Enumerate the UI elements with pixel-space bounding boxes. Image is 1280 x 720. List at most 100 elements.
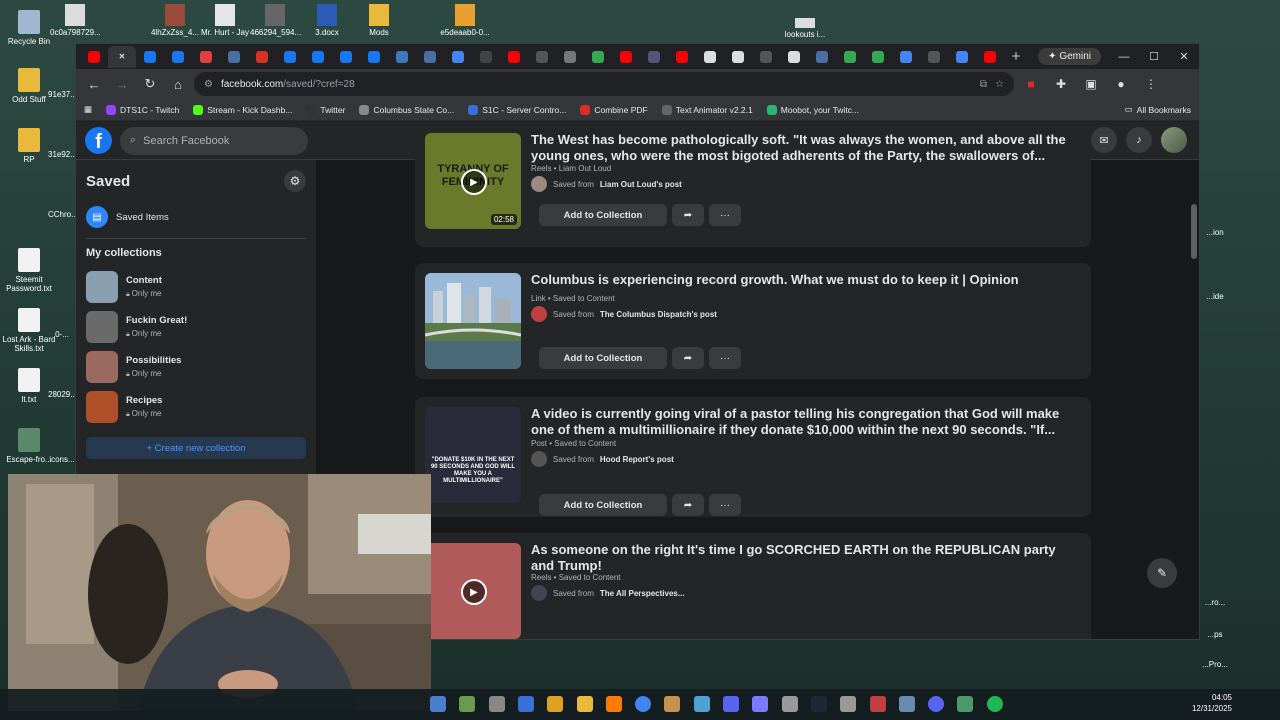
home-icon[interactable]: ⌂ — [166, 72, 190, 96]
gallery-icon[interactable] — [459, 696, 476, 712]
source-link[interactable]: Hood Report's post — [600, 455, 674, 464]
bookmark-item[interactable]: Stream - Kick Dashb... — [193, 104, 292, 115]
browser-tab[interactable] — [220, 46, 248, 68]
search-input[interactable]: ⌕ Search Facebook — [120, 126, 308, 155]
collection-item[interactable]: Recipes 🔒︎ Only me — [86, 387, 306, 427]
bookmark-item[interactable]: Moobot, your Twitc... — [766, 104, 859, 115]
desktop-icon[interactable]: 4lhZxZss_4... — [150, 4, 200, 37]
browser-tab[interactable] — [416, 46, 444, 68]
browser-tab[interactable] — [80, 46, 108, 68]
desktop-icon-partial[interactable]: ...ps — [1200, 630, 1230, 639]
browser-tab[interactable] — [668, 46, 696, 68]
saved-item-card[interactable]: ▶ As someone on the right It's time I go … — [415, 533, 1091, 639]
bookmark-item[interactable]: Text Animator v2.2.1 — [661, 104, 753, 115]
facebook-logo-icon[interactable]: f — [85, 127, 112, 154]
share-icon[interactable]: ➦ — [672, 347, 704, 369]
app-icon[interactable] — [664, 696, 681, 712]
saved-item-card[interactable]: "DONATE $10K IN THE NEXT 90 SECONDS AND … — [415, 397, 1091, 517]
desktop-icon-partial[interactable]: 28029... — [48, 390, 76, 399]
app-icon[interactable] — [840, 696, 857, 712]
source-link[interactable]: The Columbus Dispatch's post — [600, 310, 717, 319]
browser-tab[interactable] — [136, 46, 164, 68]
browser-tab[interactable] — [808, 46, 836, 68]
browser-tab[interactable] — [528, 46, 556, 68]
collection-item[interactable]: Possibilities 🔒︎ Only me — [86, 347, 306, 387]
create-collection-button[interactable]: + Create new collection — [86, 437, 306, 459]
notepad-icon[interactable] — [957, 696, 974, 712]
chrome-icon[interactable] — [635, 696, 652, 712]
bookmark-item[interactable]: S1C - Server Contro... — [468, 104, 566, 115]
saved-item-title[interactable]: The West has become pathologically soft.… — [531, 132, 1081, 164]
desktop-icon[interactable]: e5deaab0-0... — [440, 4, 490, 37]
play-icon[interactable]: ▶ — [461, 579, 487, 605]
steam-icon[interactable] — [810, 696, 827, 712]
app-icon[interactable] — [752, 696, 769, 712]
collection-item[interactable]: Content 🔒︎ Only me — [86, 267, 306, 307]
menu-icon[interactable]: ⋮ — [1138, 77, 1164, 91]
puzzle-icon[interactable]: ✚ — [1048, 77, 1074, 91]
browser-tab[interactable] — [864, 46, 892, 68]
firefox-icon[interactable] — [605, 696, 622, 712]
browser-tab[interactable] — [780, 46, 808, 68]
desktop-icon-partial[interactable]: icons... — [48, 455, 76, 464]
desktop-icon-partial[interactable]: ...ion — [1200, 228, 1230, 237]
sidebar-item-saved-items[interactable]: ▤ Saved Items — [86, 202, 306, 239]
all-bookmarks[interactable]: ▭ All Bookmarks — [1125, 104, 1191, 115]
saved-item-thumbnail[interactable]: TYRANNY OF FEMININITY▶02:58 — [425, 133, 521, 229]
desktop-icon-partial[interactable]: 31e92... — [48, 150, 76, 159]
desktop-icon[interactable]: 0c0a798729... — [50, 4, 101, 37]
back-icon[interactable]: ← — [82, 72, 106, 96]
share-icon[interactable]: ➦ — [672, 204, 704, 226]
notifications-icon[interactable]: ♪ — [1126, 127, 1152, 153]
browser-tab[interactable] — [388, 46, 416, 68]
add-to-collection-button[interactable]: Add to Collection — [539, 204, 667, 226]
browser-tab[interactable] — [192, 46, 220, 68]
desktop-icon[interactable]: 466294_594... — [250, 4, 301, 37]
add-to-collection-button[interactable]: Add to Collection — [539, 494, 667, 516]
bookmark-item[interactable]: Columbus State Co... — [359, 104, 454, 115]
browser-tab[interactable] — [248, 46, 276, 68]
desktop-icon[interactable]: Steemit Password.txt — [0, 248, 58, 293]
desktop-icon[interactable]: Mods — [354, 4, 404, 37]
close-window-icon[interactable]: ✕ — [1169, 50, 1199, 63]
star-icon[interactable]: ☆ — [995, 79, 1004, 90]
scrollbar[interactable] — [1191, 164, 1197, 634]
reload-icon[interactable]: ↻ — [138, 72, 162, 96]
site-info-icon[interactable]: ⚙ — [204, 79, 213, 90]
more-options-icon[interactable]: ··· — [709, 347, 741, 369]
browser-tab[interactable] — [696, 46, 724, 68]
saved-item-title[interactable]: As someone on the right It's time I go S… — [531, 542, 1081, 574]
collection-item[interactable]: Fuckin Great! 🔒︎ Only me — [86, 307, 306, 347]
spotify-icon[interactable] — [986, 696, 1003, 712]
gemini-button[interactable]: ✦ Gemini — [1038, 48, 1101, 65]
desktop-icon-partial[interactable]: 0-... — [48, 330, 76, 339]
bookmark-item[interactable]: DTS1C - Twitch — [106, 104, 179, 115]
browser-tab[interactable] — [976, 46, 1004, 68]
more-options-icon[interactable]: ··· — [709, 204, 741, 226]
browser-tab[interactable] — [444, 46, 472, 68]
browser-tab[interactable] — [948, 46, 976, 68]
desktop-icon[interactable]: 3.docx — [302, 4, 352, 37]
source-link[interactable]: Liam Out Loud's post — [600, 180, 682, 189]
browser-tab[interactable] — [276, 46, 304, 68]
desktop-icon-partial[interactable]: ...Pro... — [1200, 660, 1230, 669]
app-icon[interactable] — [869, 696, 886, 712]
browser-tab[interactable] — [892, 46, 920, 68]
minimize-icon[interactable]: — — [1109, 51, 1139, 63]
bookmark-item[interactable]: Combine PDF — [580, 104, 648, 115]
app-icon[interactable] — [723, 696, 739, 712]
source-link[interactable]: The All Perspectives... — [600, 589, 685, 598]
browser-tab[interactable] — [332, 46, 360, 68]
browser-tab[interactable] — [920, 46, 948, 68]
saved-item-card[interactable]: Columbus is experiencing record growth. … — [415, 263, 1091, 379]
browser-tab[interactable] — [164, 46, 192, 68]
share-icon[interactable]: ➦ — [672, 494, 704, 516]
new-tab-button[interactable]: + — [1004, 48, 1028, 65]
compose-icon[interactable]: ✎ — [1147, 558, 1177, 588]
browser-tab[interactable] — [836, 46, 864, 68]
address-bar[interactable]: ⚙ facebook.com/saved/?cref=28 ⧉ ☆ — [194, 72, 1014, 96]
more-options-icon[interactable]: ··· — [709, 494, 741, 516]
browser-tab[interactable] — [500, 46, 528, 68]
install-icon[interactable]: ⧉ — [980, 79, 987, 90]
browser-tab[interactable]: ✕ — [108, 45, 136, 68]
